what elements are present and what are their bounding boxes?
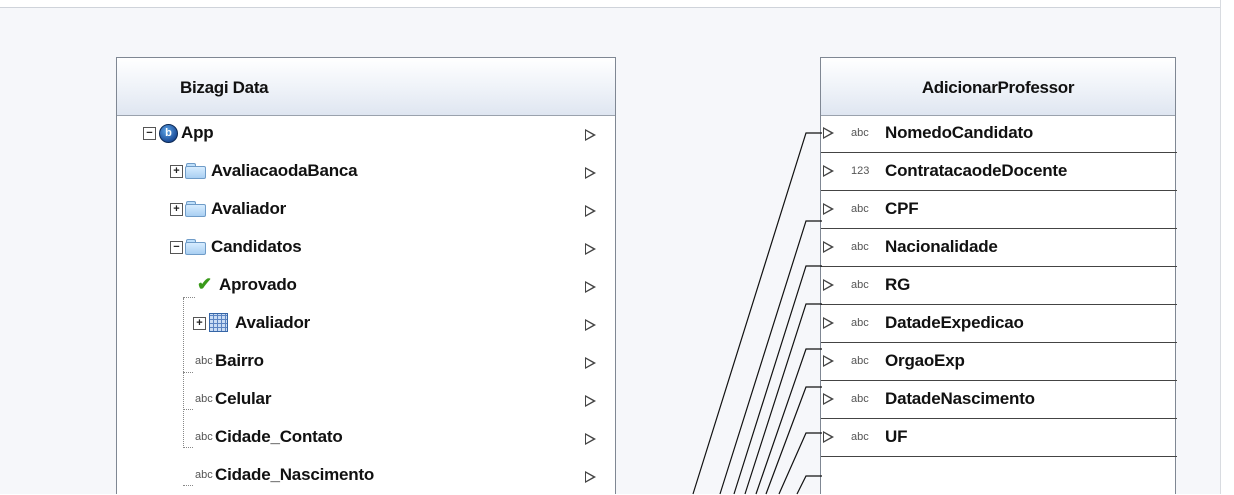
number-type-icon: 123 [851,165,870,177]
string-type-icon: abc [195,431,213,443]
target-field-label: DatadeExpedicao [885,313,1024,332]
tree-node-cidade-contato[interactable]: abc Cidade_Contato [117,419,617,457]
canvas-top-border [0,0,1221,8]
target-field-orgaoexp[interactable]: abc OrgaoExp [821,343,1177,381]
tree-node-label: Bairro [215,351,264,370]
string-type-icon: abc [195,469,213,481]
string-type-icon: abc [851,279,869,291]
target-field-nomedocandidato[interactable]: abc NomedoCandidato [821,115,1177,153]
tree-node-app[interactable]: − b App [117,115,617,153]
bizagi-data-title: Bizagi Data [180,78,269,97]
expand-toggle-icon[interactable]: + [170,203,183,216]
grid-icon [209,313,228,332]
tree-node-label: Aprovado [219,275,297,294]
tree-node-bairro[interactable]: abc Bairro [117,343,617,381]
triangle-port-icon[interactable] [585,319,596,331]
tree-node-avaliacaodabanca[interactable]: + AvaliacaodaBanca [117,153,617,191]
string-type-icon: abc [851,203,869,215]
target-field-datadenascimento[interactable]: abc DatadeNascimento [821,381,1177,419]
target-field-datadeexpedicao[interactable]: abc DatadeExpedicao [821,305,1177,343]
triangle-port-icon[interactable] [585,281,596,293]
tree-node-label: Cidade_Contato [215,427,343,446]
bizagi-data-panel: Bizagi Data − b App + AvaliacaodaBanca +… [116,57,616,494]
target-field-cpf[interactable]: abc CPF [821,191,1177,229]
tree-node-label: Avaliador [235,313,311,332]
folder-icon [185,163,206,179]
string-type-icon: abc [195,393,213,405]
tree-node-celular[interactable]: abc Celular [117,381,617,419]
triangle-port-icon[interactable] [823,279,834,291]
triangle-port-icon[interactable] [585,395,596,407]
folder-icon [185,201,206,217]
tree-node-label: App [181,123,214,142]
canvas-scroll-strip[interactable] [1221,0,1234,494]
triangle-port-icon[interactable] [585,471,596,483]
triangle-port-icon[interactable] [823,127,834,139]
bizagi-data-header: Bizagi Data [117,58,615,116]
target-field-label: CPF [885,199,919,218]
triangle-port-icon[interactable] [585,357,596,369]
target-field-label: OrgaoExp [885,351,965,370]
adicionar-professor-title: AdicionarProfessor [921,78,1075,97]
triangle-port-icon[interactable] [823,431,834,443]
tree-node-cidade-nascimento[interactable]: abc Cidade_Nascimento [117,457,617,495]
folder-icon [185,239,206,255]
triangle-port-icon[interactable] [585,129,596,141]
checkmark-icon: ✔ [197,274,213,294]
triangle-port-icon[interactable] [585,243,596,255]
target-field-label: NomedoCandidato [885,123,1034,142]
target-field-rg[interactable]: abc RG [821,267,1177,305]
bizagi-b-icon: b [159,124,178,143]
string-type-icon: abc [851,127,869,139]
target-field-label: UF [885,427,908,446]
triangle-port-icon[interactable] [823,165,834,177]
adicionar-professor-header: AdicionarProfessor [821,58,1175,116]
expand-toggle-icon[interactable]: + [170,165,183,178]
triangle-port-icon[interactable] [823,317,834,329]
string-type-icon: abc [851,393,869,405]
target-field-uf[interactable]: abc UF [821,419,1177,457]
tree-node-avaliador[interactable]: + Avaliador [117,191,617,229]
tree-node-label: AvaliacaodaBanca [211,161,358,180]
string-type-icon: abc [851,241,869,253]
target-field-label: DatadeNascimento [885,389,1035,408]
triangle-port-icon[interactable] [823,393,834,405]
string-type-icon: abc [195,355,213,367]
tree-node-aprovado[interactable]: ✔ Aprovado [117,267,617,305]
target-field-partial[interactable] [821,457,1177,495]
collapse-toggle-icon[interactable]: − [170,241,183,254]
target-field-label: ContratacaodeDocente [885,161,1068,180]
tree-node-label: Cidade_Nascimento [215,465,375,484]
string-type-icon: abc [851,355,869,367]
adicionar-professor-panel: AdicionarProfessor abc NomedoCandidato 1… [820,57,1177,495]
triangle-port-icon[interactable] [823,203,834,215]
triangle-port-icon[interactable] [823,241,834,253]
tree-node-label: Celular [215,389,272,408]
target-field-label: RG [885,275,911,294]
tree-node-avaliador-collection[interactable]: + Avaliador [117,305,617,343]
triangle-port-icon[interactable] [585,205,596,217]
triangle-port-icon[interactable] [585,167,596,179]
string-type-icon: abc [851,317,869,329]
target-field-label: Nacionalidade [885,237,998,256]
collapse-toggle-icon[interactable]: − [143,127,156,140]
tree-node-candidatos[interactable]: − Candidatos [117,229,617,267]
tree-node-label: Candidatos [211,237,302,256]
triangle-port-icon[interactable] [823,355,834,367]
expand-toggle-icon[interactable]: + [193,317,206,330]
target-field-nacionalidade[interactable]: abc Nacionalidade [821,229,1177,267]
target-field-contratacaodedocente[interactable]: 123 ContratacaodeDocente [821,153,1177,191]
tree-node-label: Avaliador [211,199,287,218]
string-type-icon: abc [851,431,869,443]
triangle-port-icon[interactable] [585,433,596,445]
